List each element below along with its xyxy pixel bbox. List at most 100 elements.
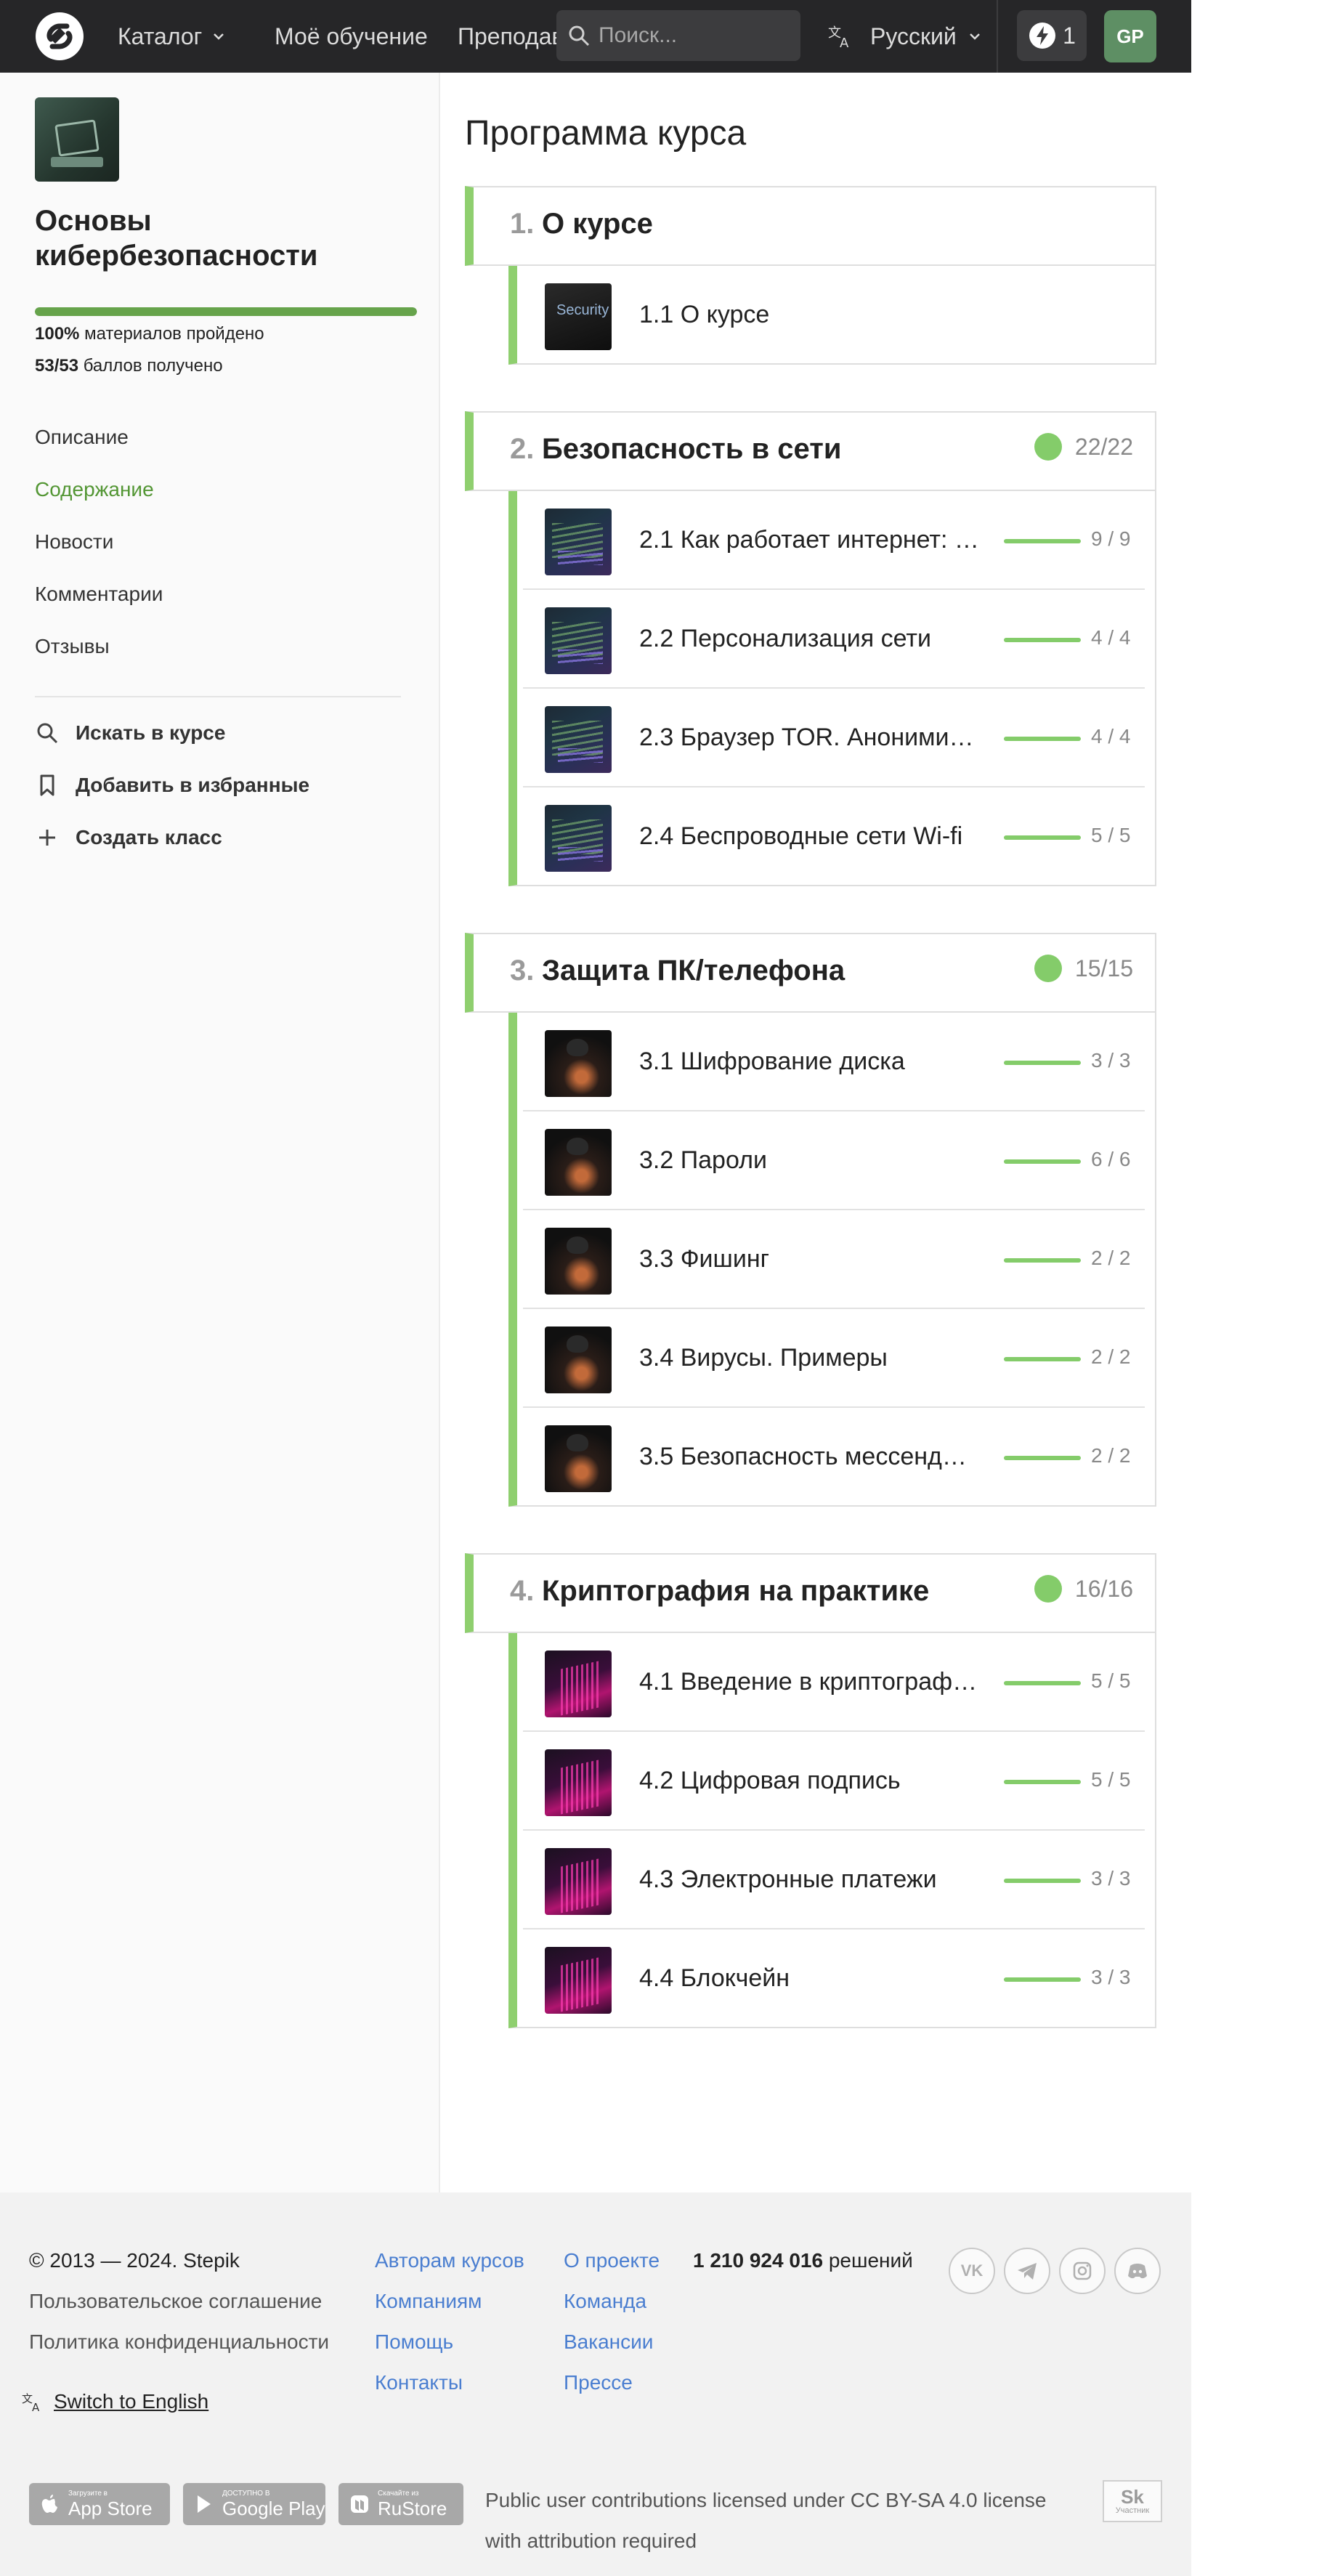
copyright: © 2013 — 2024. Stepik xyxy=(29,2249,240,2272)
section-header[interactable]: 1. О курсе xyxy=(465,186,1156,266)
lesson-thumbnail xyxy=(545,1650,612,1717)
footer-link-jobs[interactable]: Вакансии xyxy=(564,2330,653,2354)
language-selector[interactable]: 文 A Русский xyxy=(827,0,983,73)
lesson-title: 2.1 Как работает интернет: ба... xyxy=(639,526,981,554)
svg-text:文: 文 xyxy=(22,2392,33,2405)
menu-item-reviews[interactable]: Отзывы xyxy=(35,635,110,658)
switch-language-link[interactable]: 文 A Switch to English xyxy=(22,2390,208,2413)
lesson-progress-bar xyxy=(1004,1681,1081,1685)
instagram-icon[interactable] xyxy=(1059,2248,1106,2294)
lesson-score: 3 / 3 xyxy=(1091,1049,1131,1072)
lesson-row[interactable]: 3.5 Безопасность мессендже... 2 / 2 xyxy=(517,1408,1156,1507)
lesson-row[interactable]: 4.2 Цифровая подпись 5 / 5 xyxy=(517,1732,1156,1831)
course-cover-image[interactable] xyxy=(35,97,119,182)
lesson-row[interactable]: 3.3 Фишинг 2 / 2 xyxy=(517,1210,1156,1309)
lesson-row[interactable]: 4.4 Блокчейн 3 / 3 xyxy=(517,1929,1156,2028)
nav-catalog-label: Каталог xyxy=(118,23,203,49)
footer-link-contacts[interactable]: Контакты xyxy=(375,2371,463,2394)
lesson-list: 3.1 Шифрование диска 3 / 3 3.2 Пароли 6 … xyxy=(508,1013,1156,1507)
footer-link-companies[interactable]: Компаниям xyxy=(375,2290,482,2313)
section-header[interactable]: 4. Криптография на практике 16/16 xyxy=(465,1553,1156,1633)
skolkovo-badge[interactable]: Sk Участник xyxy=(1103,2480,1162,2522)
lesson-row[interactable]: 2.2 Персонализация сети 4 / 4 xyxy=(517,590,1156,689)
lesson-row[interactable]: 2.3 Браузер TOR. Анонимизац... 4 / 4 xyxy=(517,689,1156,787)
section-score-value: 22/22 xyxy=(1074,433,1133,460)
avatar[interactable]: GP xyxy=(1104,10,1156,62)
vk-icon[interactable]: VK xyxy=(949,2248,995,2294)
menu-item-description[interactable]: Описание xyxy=(35,426,129,449)
lesson-score: 2 / 2 xyxy=(1091,1444,1131,1467)
footer-link-authors[interactable]: Авторам курсов xyxy=(375,2249,524,2272)
lesson-row[interactable]: 2.1 Как работает интернет: ба... 9 / 9 xyxy=(517,491,1156,590)
lesson-row[interactable]: 2.4 Беспроводные сети Wi-fi 5 / 5 xyxy=(517,787,1156,886)
lesson-list: 1.1 О курсе xyxy=(508,266,1156,365)
discord-icon[interactable] xyxy=(1114,2248,1161,2294)
lesson-row[interactable]: 3.2 Пароли 6 / 6 xyxy=(517,1111,1156,1210)
menu-item-comments[interactable]: Комментарии xyxy=(35,583,163,606)
lesson-thumbnail xyxy=(545,1327,612,1393)
lesson-thumbnail xyxy=(545,1947,612,2014)
footer-link-help[interactable]: Помощь xyxy=(375,2330,453,2354)
course-title[interactable]: Основы кибербезопасности xyxy=(35,203,413,273)
sidebar-divider xyxy=(35,696,401,697)
footer-link-team[interactable]: Команда xyxy=(564,2290,646,2313)
nav-teach-label: Преподавание xyxy=(458,23,558,49)
lesson-thumbnail xyxy=(545,283,612,350)
lesson-progress-bar xyxy=(1004,1061,1081,1065)
section-header[interactable]: 3. Защита ПК/телефона 15/15 xyxy=(465,933,1156,1013)
lesson-title: 1.1 О курсе xyxy=(639,301,770,328)
search-input[interactable] xyxy=(599,23,795,48)
translate-icon: 文 A xyxy=(22,2392,40,2413)
footer-link-about[interactable]: О проекте xyxy=(564,2249,660,2272)
create-class-label: Создать класс xyxy=(76,826,222,848)
lesson-progress-bar xyxy=(1004,539,1081,543)
lesson-title: 2.2 Персонализация сети xyxy=(639,625,931,652)
lesson-score: 5 / 5 xyxy=(1091,1669,1131,1692)
menu-item-contents[interactable]: Содержание xyxy=(35,478,154,501)
lightning-icon xyxy=(1029,23,1056,49)
nav-my-learning[interactable]: Моё обучение xyxy=(275,0,428,73)
lesson-thumbnail xyxy=(545,706,612,773)
search-in-course-button[interactable]: Искать в курсе xyxy=(35,721,225,745)
menu-item-news[interactable]: Новости xyxy=(35,530,113,554)
footer-link-press[interactable]: Прессе xyxy=(564,2371,633,2394)
privacy-policy-link[interactable]: Политика конфиденциальности xyxy=(29,2330,329,2354)
lesson-row[interactable]: 3.1 Шифрование диска 3 / 3 xyxy=(517,1013,1156,1111)
lesson-progress-bar xyxy=(1004,1780,1081,1784)
lesson-row[interactable]: 1.1 О курсе xyxy=(517,266,1156,365)
lesson-title: 3.4 Вирусы. Примеры xyxy=(639,1344,888,1372)
translate-icon: 文 A xyxy=(828,25,849,50)
lesson-progress-bar xyxy=(1004,737,1081,741)
lesson-title: 2.4 Беспроводные сети Wi-fi xyxy=(639,822,963,850)
telegram-icon[interactable] xyxy=(1004,2248,1050,2294)
stepik-logo-icon[interactable] xyxy=(33,10,86,62)
user-agreement-link[interactable]: Пользовательское соглашение xyxy=(29,2290,322,2313)
search-box[interactable] xyxy=(556,10,800,61)
lesson-list: 4.1 Введение в криптографию 5 / 5 4.2 Ци… xyxy=(508,1633,1156,2028)
create-class-button[interactable]: Создать класс xyxy=(35,825,222,850)
nav-my-learning-label: Моё обучение xyxy=(275,23,428,49)
lesson-progress-bar xyxy=(1004,1456,1081,1460)
app-store-big: App Store xyxy=(68,2498,153,2519)
section-header[interactable]: 2. Безопасность в сети 22/22 xyxy=(465,411,1156,491)
google-play-badge[interactable]: ДОСТУПНО В Google Play xyxy=(183,2483,325,2525)
lesson-row[interactable]: 4.3 Электронные платежи 3 / 3 xyxy=(517,1831,1156,1929)
progress-materials-value: 100% xyxy=(35,324,80,344)
top-navbar: Каталог Моё обучение Преподавание 文 A Ру… xyxy=(0,0,1191,73)
progress-points: 53/53 баллов получено xyxy=(35,356,223,376)
add-to-favorites-button[interactable]: Добавить в избранные xyxy=(35,773,309,798)
lesson-row[interactable]: 4.1 Введение в криптографию 5 / 5 xyxy=(517,1633,1156,1732)
lesson-progress-bar xyxy=(1004,1977,1081,1982)
streak-button[interactable]: 1 xyxy=(1017,10,1087,61)
lesson-score: 3 / 3 xyxy=(1091,1966,1131,1988)
switch-language-label: Switch to English xyxy=(54,2390,209,2413)
app-store-badge[interactable]: Загрузите в App Store xyxy=(29,2483,170,2525)
streak-count: 1 xyxy=(1063,22,1076,49)
nav-teach[interactable]: Преподавание xyxy=(458,0,558,73)
lesson-thumbnail xyxy=(545,1129,612,1196)
lesson-title: 4.4 Блокчейн xyxy=(639,1964,790,1992)
nav-catalog[interactable]: Каталог xyxy=(118,0,227,73)
lesson-score: 4 / 4 xyxy=(1091,626,1131,649)
lesson-row[interactable]: 3.4 Вирусы. Примеры 2 / 2 xyxy=(517,1309,1156,1408)
rustore-badge[interactable]: Скачайте из RuStore xyxy=(338,2483,463,2525)
